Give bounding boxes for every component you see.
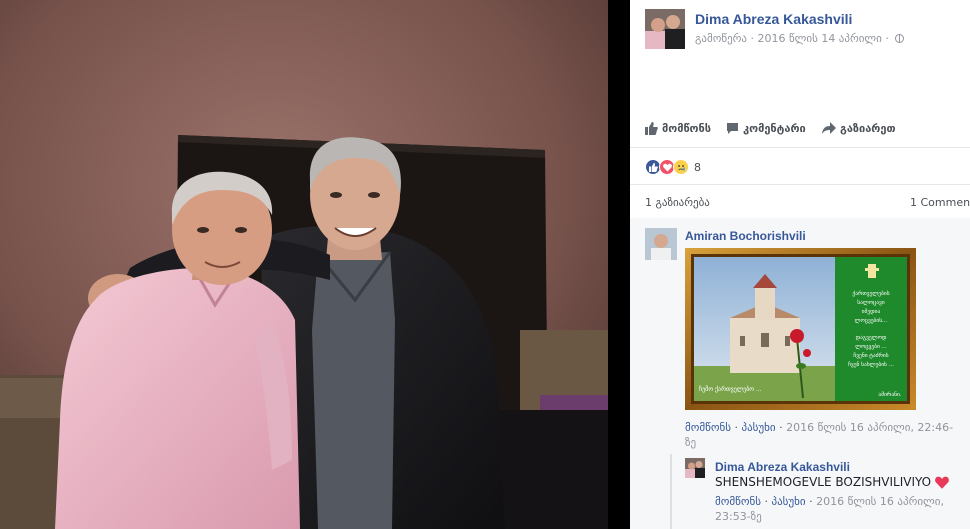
photo-gutter	[608, 0, 630, 529]
share-arrow-icon	[822, 122, 836, 134]
comment-meta: მომწონს · პასუხი · 2016 წლის 16 აპრილი, …	[685, 421, 954, 449]
share-button[interactable]: გაზიარეთ	[822, 122, 896, 135]
reply-like-link[interactable]: მომწონს	[715, 495, 761, 508]
comment-label: კომენტარი	[743, 122, 806, 135]
comment-author-name[interactable]: Amiran Bochorishvili	[685, 229, 806, 243]
share-label: გაზიარეთ	[840, 122, 896, 135]
post-photo[interactable]	[0, 0, 608, 529]
reply-timestamp[interactable]: 2016 წლის 16 აპრილი,	[816, 495, 944, 508]
post-header: Dima Abreza Kakashvili გამოწერა · 2016 წ…	[645, 9, 970, 49]
post-meta: გამოწერა · 2016 წლის 14 აპრილი ·	[695, 32, 905, 45]
post-timestamp[interactable]: 2016 წლის 14 აპრილი	[757, 32, 881, 45]
image-caption-left: ჩემო ქართველებო ...	[699, 386, 762, 393]
reply-timestamp-cont: 23:53-ზე	[715, 510, 762, 523]
thumbs-up-icon	[645, 122, 658, 135]
commenter-avatar[interactable]	[645, 228, 677, 260]
like-label: მომწონს	[662, 122, 712, 135]
reply-thread-line	[670, 454, 672, 529]
comment-image[interactable]: ქართველების სალოცავი იმედია ლოცვების... …	[685, 248, 916, 410]
comment-like-link[interactable]: მომწონს	[685, 421, 731, 434]
reply-author-avatar[interactable]	[685, 458, 705, 478]
globe-icon	[895, 34, 905, 43]
share-count[interactable]: 1 გაზიარება	[645, 196, 710, 209]
image-signature: ამირანი.	[878, 391, 901, 398]
image-poem-line1: ქართველების	[852, 290, 889, 297]
comment-button[interactable]: კომენტარი	[726, 122, 806, 135]
reply-meta: მომწონს · პასუხი · 2016 წლის 16 აპრილი, …	[715, 495, 944, 523]
image-poem-line7: ჩვენი ტაძრის	[853, 352, 888, 359]
reply-text-row: SHENSHEMOGEVLE BOZISHVILIVIYO	[715, 475, 949, 489]
image-poem-line8: ჩვენ სახლების ...	[848, 361, 894, 368]
post-actions: მომწონს კომენტარი გაზიარეთ	[645, 118, 970, 142]
comment-timestamp[interactable]: 2016 წლის 16 აპრილი, 22:46-	[786, 421, 953, 434]
image-poem-line3: იმედია	[862, 308, 881, 315]
actions-divider	[630, 147, 970, 148]
comment-reply-link[interactable]: პასუხი	[741, 421, 775, 434]
author-avatar[interactable]	[645, 9, 685, 49]
meta-separator: ·	[881, 32, 893, 45]
reaction-count[interactable]: 8	[694, 161, 701, 174]
reaction-summary[interactable]: 8	[645, 157, 701, 177]
reply-reply-link[interactable]: პასუხი	[771, 495, 805, 508]
image-poem-line2: სალოცავი	[857, 299, 885, 306]
image-poem-line5: დაგველოდ	[856, 335, 887, 341]
comment-count[interactable]: 1 Comment	[910, 196, 970, 209]
like-button[interactable]: მომწონს	[645, 122, 711, 135]
post-panel: Dima Abreza Kakashvili გამოწერა · 2016 წ…	[630, 0, 970, 529]
image-poem-line6: ლოცვები ...	[855, 343, 887, 350]
reply-author-name[interactable]: Dima Abreza Kakashvili	[715, 460, 850, 474]
image-poem-line4: ლოცვების...	[855, 317, 888, 324]
heart-emoji-icon	[935, 476, 949, 489]
reactions-divider	[630, 184, 970, 185]
reply-text: SHENSHEMOGEVLE BOZISHVILIVIYO	[715, 475, 932, 489]
photo-viewer: Dima Abreza Kakashvili გამოწერა · 2016 წ…	[0, 0, 970, 529]
follow-link[interactable]: გამოწერა ·	[695, 32, 757, 45]
post-author-name[interactable]: Dima Abreza Kakashvili	[695, 11, 852, 27]
comment-timestamp-cont: ზე	[685, 436, 697, 449]
sad-icon	[673, 159, 689, 175]
comment-bubble-icon	[727, 123, 738, 134]
comments-section: Amiran Bochorishvili ქართველების სალოცავ…	[630, 218, 970, 529]
